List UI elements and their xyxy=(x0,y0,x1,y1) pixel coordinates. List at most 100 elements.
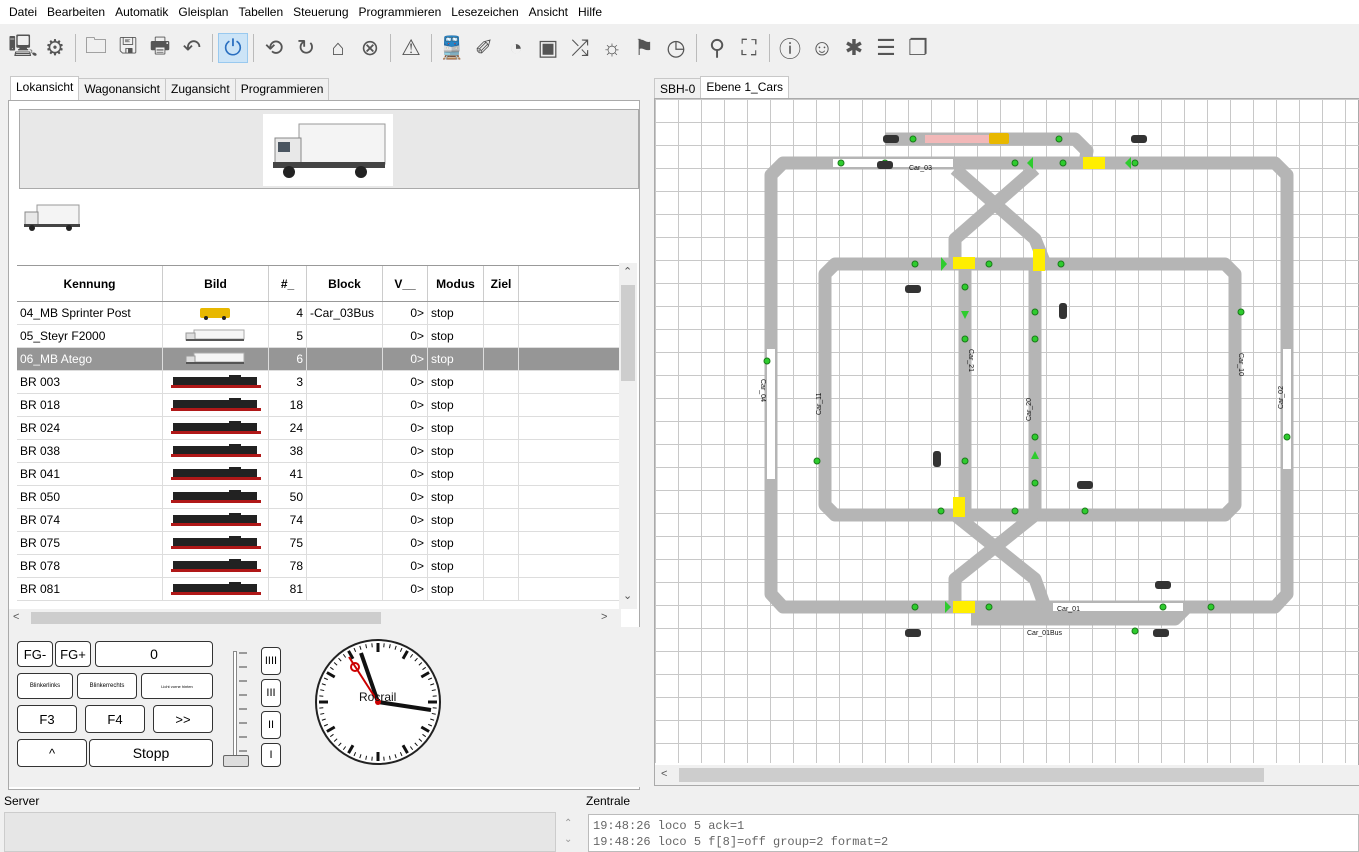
scroll-up-icon[interactable]: ⌃ xyxy=(623,265,632,278)
cycle-icon[interactable]: ⟲ xyxy=(259,33,289,63)
power-icon[interactable]: ⏻ xyxy=(218,33,248,63)
table-row[interactable]: BR 024 24 0> stop xyxy=(17,417,625,440)
vehicle-icon[interactable] xyxy=(989,133,1009,144)
scroll-thumb[interactable] xyxy=(621,285,635,381)
signal-icon[interactable] xyxy=(905,285,921,293)
flag-icon[interactable]: ⚑ xyxy=(629,33,659,63)
info-icon[interactable]: ⓘ xyxy=(775,33,805,63)
scroll-left-icon[interactable]: < xyxy=(13,611,19,623)
undo-icon[interactable]: ↶ xyxy=(177,33,207,63)
table-row[interactable]: BR 075 75 0> stop xyxy=(17,532,625,555)
warning-icon[interactable]: ⚠ xyxy=(396,33,426,63)
blink-left-button[interactable]: Blinkerlinks xyxy=(17,673,73,699)
signal-icon[interactable] xyxy=(1153,629,1169,637)
bug-icon[interactable]: ✱ xyxy=(839,33,869,63)
light-icon[interactable]: ☼ xyxy=(597,33,627,63)
menu-item-hilfe[interactable]: Hilfe xyxy=(573,5,607,19)
table-row[interactable]: BR 041 41 0> stop xyxy=(17,463,625,486)
tab-wagonansicht[interactable]: Wagonansicht xyxy=(78,78,166,100)
menu-item-steuerung[interactable]: Steuerung xyxy=(288,5,353,19)
menu-item-tabellen[interactable]: Tabellen xyxy=(233,5,288,19)
scroll-left-icon[interactable]: < xyxy=(661,768,667,780)
table-row[interactable]: BR 018 18 0> stop xyxy=(17,394,625,417)
chat-icon[interactable]: ☺ xyxy=(807,33,837,63)
stop-button[interactable]: Stopp xyxy=(89,739,213,767)
gauge-icon[interactable]: ◔ xyxy=(501,33,531,63)
col-kennung[interactable]: Kennung xyxy=(17,266,163,301)
scroll-down-icon[interactable]: ⌄ xyxy=(623,589,632,602)
scroll-thumb[interactable] xyxy=(31,612,381,624)
table-horizontal-scrollbar[interactable]: < > xyxy=(9,609,621,627)
table-row[interactable]: 05_Steyr F2000 5 0> stop xyxy=(17,325,625,348)
blink-right-button[interactable]: Blinkerrechts xyxy=(77,673,137,699)
table-row[interactable]: BR 078 78 0> stop xyxy=(17,555,625,578)
f4-button[interactable]: F4 xyxy=(85,705,145,733)
search-icon[interactable]: ⚲ xyxy=(702,33,732,63)
home-icon[interactable]: ⌂ xyxy=(323,33,353,63)
menu-item-datei[interactable]: Datei xyxy=(4,5,42,19)
signal-icon[interactable] xyxy=(933,451,941,467)
settings-icon[interactable]: ⚙ xyxy=(40,33,70,63)
menu-item-ansicht[interactable]: Ansicht xyxy=(524,5,573,19)
table-vertical-scrollbar[interactable]: ⌃ ⌄ xyxy=(619,263,637,609)
more-functions-button[interactable]: >> xyxy=(153,705,213,733)
menu-item-bearbeiten[interactable]: Bearbeiten xyxy=(42,5,110,19)
scroll-thumb[interactable] xyxy=(679,768,1264,782)
menu-item-gleisplan[interactable]: Gleisplan xyxy=(173,5,233,19)
speed-step-2-button[interactable]: II xyxy=(261,711,281,739)
col-ziel[interactable]: Ziel xyxy=(484,266,519,301)
table-row[interactable]: BR 081 81 0> stop xyxy=(17,578,625,601)
speed-slider-track[interactable] xyxy=(233,651,237,763)
monitor-icon[interactable]: 🖳 xyxy=(8,33,38,63)
signal-icon[interactable] xyxy=(1155,581,1171,589)
table-row[interactable]: BR 038 38 0> stop xyxy=(17,440,625,463)
fg-value-field[interactable]: 0 xyxy=(95,641,213,667)
menu-item-lesezeichen[interactable]: Lesezeichen xyxy=(446,5,523,19)
col-speed[interactable]: V__ xyxy=(383,266,428,301)
shuffle-icon[interactable]: ⤮ xyxy=(565,33,595,63)
log-scroll-arrows[interactable]: ⌃ ⌄ xyxy=(564,816,572,848)
open-folder-icon[interactable]: 🗀 xyxy=(81,33,111,63)
wrench-icon[interactable]: ✐ xyxy=(469,33,499,63)
speed-slider-knob[interactable] xyxy=(223,755,249,767)
table-row[interactable]: BR 003 3 0> stop xyxy=(17,371,625,394)
fg-plus-button[interactable]: FG+ xyxy=(55,641,91,667)
panel-icon[interactable]: ▣ xyxy=(533,33,563,63)
table-row[interactable]: BR 050 50 0> stop xyxy=(17,486,625,509)
tab-ebene-1-cars[interactable]: Ebene 1_Cars xyxy=(700,76,790,100)
save-icon[interactable]: 🖫 xyxy=(113,33,143,63)
tab-programmieren[interactable]: Programmieren xyxy=(234,78,330,100)
signal-icon[interactable] xyxy=(883,135,899,143)
signal-icon[interactable] xyxy=(905,629,921,637)
fullscreen-icon[interactable]: ⛶ xyxy=(734,33,764,63)
direction-button[interactable]: ^ xyxy=(17,739,87,767)
cancel-icon[interactable]: ⊗ xyxy=(355,33,385,63)
train-icon[interactable]: 🚆 xyxy=(437,33,467,63)
col-bild[interactable]: Bild xyxy=(163,266,269,301)
menu-item-automatik[interactable]: Automatik xyxy=(110,5,173,19)
signal-icon[interactable] xyxy=(1077,481,1093,489)
col-modus[interactable]: Modus xyxy=(428,266,484,301)
tab-lokansicht[interactable]: Lokansicht xyxy=(10,76,80,100)
light-button[interactable]: Licht vorne hinten xyxy=(141,673,213,699)
tab-sbh-0[interactable]: SBH-0 xyxy=(654,78,702,100)
speed-step-1-button[interactable]: I xyxy=(261,743,281,767)
signal-icon[interactable] xyxy=(1131,135,1147,143)
signal-icon[interactable] xyxy=(1059,303,1067,319)
table-row[interactable]: 06_MB Atego 6 0> stop xyxy=(17,348,625,371)
table-row[interactable]: BR 074 74 0> stop xyxy=(17,509,625,532)
speed-step-3-button[interactable]: III xyxy=(261,679,281,707)
speed-step-4-button[interactable]: IIII xyxy=(261,647,281,675)
clock-icon[interactable]: ◷ xyxy=(661,33,691,63)
col-number[interactable]: #_ xyxy=(269,266,307,301)
copy-icon[interactable]: ❐ xyxy=(903,33,933,63)
plan-horizontal-scrollbar[interactable]: < xyxy=(655,765,1359,785)
signal-icon[interactable] xyxy=(877,161,893,169)
scroll-right-icon[interactable]: > xyxy=(601,611,607,623)
list-icon[interactable]: ☰ xyxy=(871,33,901,63)
f3-button[interactable]: F3 xyxy=(17,705,77,733)
fg-minus-button[interactable]: FG- xyxy=(17,641,53,667)
tab-zugansicht[interactable]: Zugansicht xyxy=(164,78,236,100)
menu-item-programmieren[interactable]: Programmieren xyxy=(354,5,447,19)
table-row[interactable]: 04_MB Sprinter Post 4 -Car_03Bus 0> stop xyxy=(17,302,625,325)
